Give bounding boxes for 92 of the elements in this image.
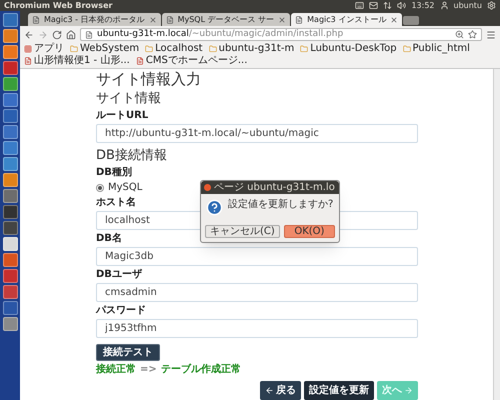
page-icon [295,16,304,24]
section-heading: サイト情報 [96,91,161,107]
update-button[interactable]: 設定値を更新 [304,381,374,400]
bookmark-item[interactable]: CMSでホームページ... [136,55,248,67]
arrow-left-icon [265,386,274,395]
page-title: サイト情報入力 [96,70,201,88]
bookmark-item[interactable]: Localhost [145,43,203,55]
tab-title: Magic3 - 日本発のポータル [44,16,145,24]
field-label: DB種別 [96,167,132,179]
folder-icon [300,45,308,53]
app-launcher-icon[interactable] [2,173,18,187]
settings-icon[interactable] [487,1,496,10]
close-icon[interactable] [390,16,398,24]
url-text: ubuntu-g31t-m.local/~ubuntu/magic/admin/install.php [97,30,344,39]
bookmark-item[interactable]: ubuntu-g31t-m [208,43,294,55]
home-icon[interactable] [66,30,76,40]
app-launcher-icon[interactable] [2,93,18,107]
app-launcher-icon[interactable] [2,125,18,139]
bookmark-item[interactable]: Lubuntu-DeskTop [300,43,397,55]
app-launcher-icon[interactable] [2,317,18,331]
tab-title: MySQL データベース サー [178,16,274,24]
close-icon[interactable] [204,184,211,191]
field-label: ルートURL [96,110,148,122]
text-input[interactable]: j1953tfhm [96,319,418,338]
user-icon[interactable] [440,1,448,10]
tab-title: Magic3 インストール [307,16,386,24]
ok-button[interactable]: OK(O) [284,225,335,238]
radio-button[interactable] [96,184,104,192]
browser-tab[interactable]: MySQL データベース サー [162,13,290,26]
clock[interactable]: 13:52 [411,2,434,10]
app-launcher-icon[interactable] [2,109,18,123]
question-icon [206,199,223,216]
app-launcher-icon[interactable] [2,29,18,43]
app-launcher-icon[interactable] [2,189,18,203]
field-label: DB名 [96,233,122,245]
volume-icon[interactable] [397,1,406,10]
page-icon [24,57,32,65]
text-input[interactable]: Magic3db [96,247,418,266]
app-launcher-icon[interactable] [2,253,18,267]
radio-label: MySQL [108,182,142,194]
user-name[interactable]: ubuntu [454,2,482,10]
app-launcher-icon[interactable] [2,285,18,299]
browser-tab[interactable]: Magic3 インストール [291,13,402,26]
app-launcher-icon[interactable] [2,45,18,59]
text-input[interactable]: cmsadmin [96,283,418,302]
bookmark-item[interactable]: 山形情報便1 - 山形... [24,55,130,67]
text-input[interactable]: http://ubuntu-g31t-m.local/~ubuntu/magic [96,124,418,143]
bookmark-item[interactable]: Public_html [402,43,470,55]
app-title: Chromium Web Browser [4,2,112,10]
folder-icon [208,45,217,53]
status-text: => [140,364,157,376]
back-button[interactable]: 戻る [260,381,301,400]
mail-icon[interactable] [369,1,378,10]
page-icon [166,16,174,24]
app-launcher-icon[interactable] [2,141,18,155]
folder-icon [402,45,411,53]
zoom-icon[interactable] [455,30,464,39]
star-icon[interactable] [468,30,477,39]
dialog-message: 設定値を更新しますか? [228,199,334,211]
close-icon[interactable] [148,16,157,24]
arrow-right-icon [404,386,413,395]
bookmark-item[interactable]: アプリ [24,43,64,55]
field-label: DBユーザ [96,269,142,281]
bookmark-item[interactable]: WebSystem [70,43,140,55]
back-icon[interactable] [24,30,34,40]
app-launcher-icon[interactable] [2,77,18,91]
status-text: テーブル作成正常 [160,364,241,376]
network-icon[interactable] [383,1,392,10]
menu-icon[interactable] [486,30,496,40]
close-icon[interactable] [278,16,286,24]
browser-tab[interactable]: Magic3 - 日本発のポータル [28,13,161,26]
page-icon [85,30,93,38]
folder-icon [70,45,78,53]
app-launcher-icon[interactable] [2,269,18,283]
connection-test-button[interactable]: 接続テスト [96,344,160,361]
grid-icon [24,45,32,53]
keyboard-icon[interactable] [355,1,364,10]
field-label: パスワード [96,305,146,317]
new-tab-button[interactable] [403,16,420,25]
folder-icon [145,45,154,53]
cancel-button[interactable]: キャンセル(C) [205,225,280,238]
dialog-title: ページ ubuntu-g31t-m.lo [214,182,335,192]
page-icon [32,16,40,24]
page-icon [136,57,144,65]
address-bar[interactable]: ubuntu-g31t-m.local/~ubuntu/magic/admin/install.php [80,28,482,41]
app-launcher-icon[interactable] [2,237,18,251]
status-text: 接続正常 [96,364,136,376]
reload-icon[interactable] [52,30,62,40]
app-launcher-icon[interactable] [2,13,18,27]
field-label: ホスト名 [96,197,136,209]
section-heading: DB接続情報 [96,148,167,164]
app-launcher-icon[interactable] [2,157,18,171]
